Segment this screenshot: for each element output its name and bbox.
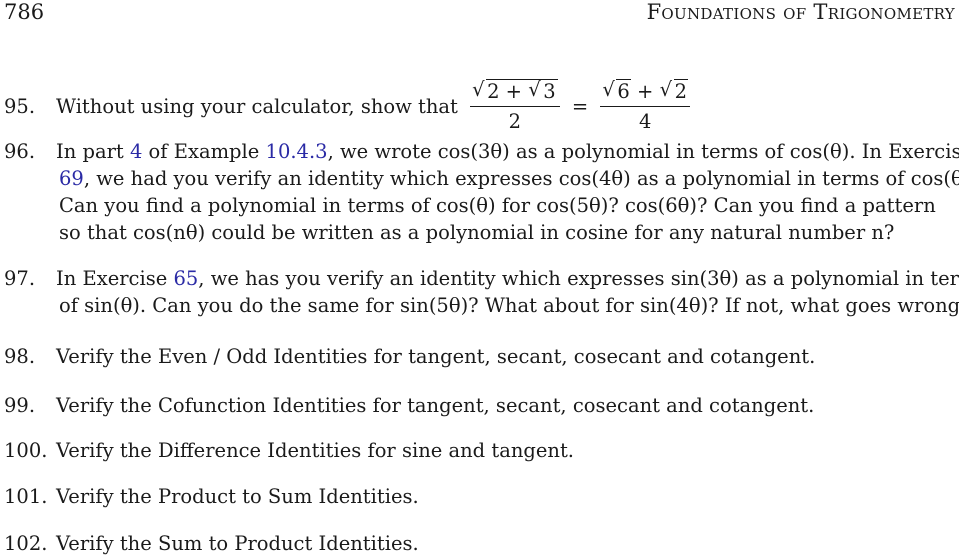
- lhs-denominator: 2: [508, 110, 522, 133]
- rhs-fraction: 6 + 2 4: [600, 76, 690, 137]
- cross-ref-link[interactable]: 69: [59, 167, 84, 190]
- exercise-text: Verify the Even / Odd Identities for tan…: [56, 345, 816, 368]
- exercise-102: 102. Verify the Sum to Product Identities…: [4, 530, 419, 557]
- exercise-text: of sin(θ). Can you do the same for sin(5…: [59, 294, 959, 317]
- exercise-97: 97. In Exercise 65, we has you verify an …: [4, 265, 959, 319]
- exercise-text: Can you find a polynomial in terms of co…: [59, 194, 936, 217]
- exercise-number: 98.: [4, 345, 36, 368]
- lhs-fraction: 2 + 3 2: [470, 76, 560, 137]
- equals-sign: =: [571, 95, 589, 118]
- exercise-text: Verify the Product to Sum Identities.: [56, 485, 419, 508]
- exercise-text: Verify the Cofunction Identities for tan…: [56, 394, 815, 417]
- cross-ref-link[interactable]: 65: [173, 267, 198, 290]
- exercise-text: Without using your calculator, show that: [56, 95, 458, 118]
- exercise-number: 99.: [4, 394, 36, 417]
- exercise-text: so that cos(nθ) could be written as a po…: [59, 221, 895, 244]
- exercise-number: 101.: [4, 485, 48, 508]
- page-number: 786: [4, 0, 45, 24]
- exercise-96: 96. In part 4 of Example 10.4.3, we wrote…: [4, 138, 959, 246]
- exercise-number: 100.: [4, 439, 48, 462]
- exercise-98: 98. Verify the Even / Odd Identities for …: [4, 343, 815, 370]
- outer-sqrt: 2 + 3: [472, 76, 558, 106]
- exercise-number: 95.: [4, 95, 36, 118]
- exercise-text: Verify the Difference Identities for sin…: [56, 439, 574, 462]
- exercise-100: 100. Verify the Difference Identities for…: [4, 437, 574, 464]
- exercise-101: 101. Verify the Product to Sum Identities…: [4, 483, 419, 510]
- inner-sqrt: 3: [528, 76, 557, 106]
- cross-ref-link[interactable]: 10.4.3: [266, 140, 328, 163]
- exercise-number: 102.: [4, 532, 48, 555]
- exercise-number: 96.: [4, 140, 36, 163]
- exercise-99: 99. Verify the Cofunction Identities for …: [4, 392, 814, 419]
- exercise-number: 97.: [4, 267, 36, 290]
- exercise-text: Verify the Sum to Product Identities.: [56, 532, 419, 555]
- rhs-denominator: 4: [638, 110, 652, 133]
- cross-ref-link[interactable]: 4: [130, 140, 142, 163]
- exercise-95: 95. Without using your calculator, show t…: [4, 76, 696, 137]
- running-title: Foundations of Trigonometry: [646, 0, 955, 24]
